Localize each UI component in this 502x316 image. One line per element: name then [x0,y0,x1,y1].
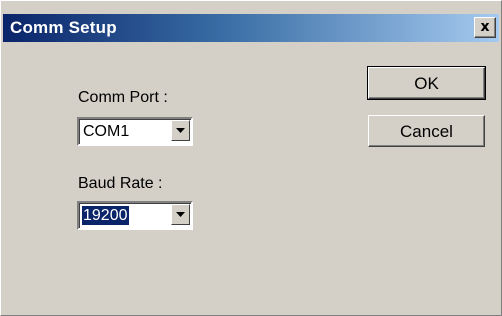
cancel-button[interactable]: Cancel [368,115,485,147]
chevron-down-icon [176,212,185,217]
title-bar[interactable]: Comm Setup x [3,14,499,42]
chevron-down-icon [176,128,185,133]
close-button[interactable]: x [474,17,496,38]
comm-port-label: Comm Port : [78,89,168,106]
close-icon: x [480,19,490,35]
comm-port-select[interactable]: COM1 [77,117,193,146]
comm-port-dropdown-button[interactable] [171,120,190,141]
comm-port-value: COM1 [83,123,130,140]
comm-setup-dialog: Comm Setup x Comm Port : COM1 Baud Rate … [0,0,502,316]
baud-rate-dropdown-button[interactable] [171,204,190,225]
baud-rate-select[interactable]: 19200 [77,201,193,230]
baud-rate-label: Baud Rate : [78,175,163,192]
ok-button[interactable]: OK [367,66,486,100]
baud-rate-value: 19200 [82,206,129,225]
window-title: Comm Setup [10,18,117,37]
